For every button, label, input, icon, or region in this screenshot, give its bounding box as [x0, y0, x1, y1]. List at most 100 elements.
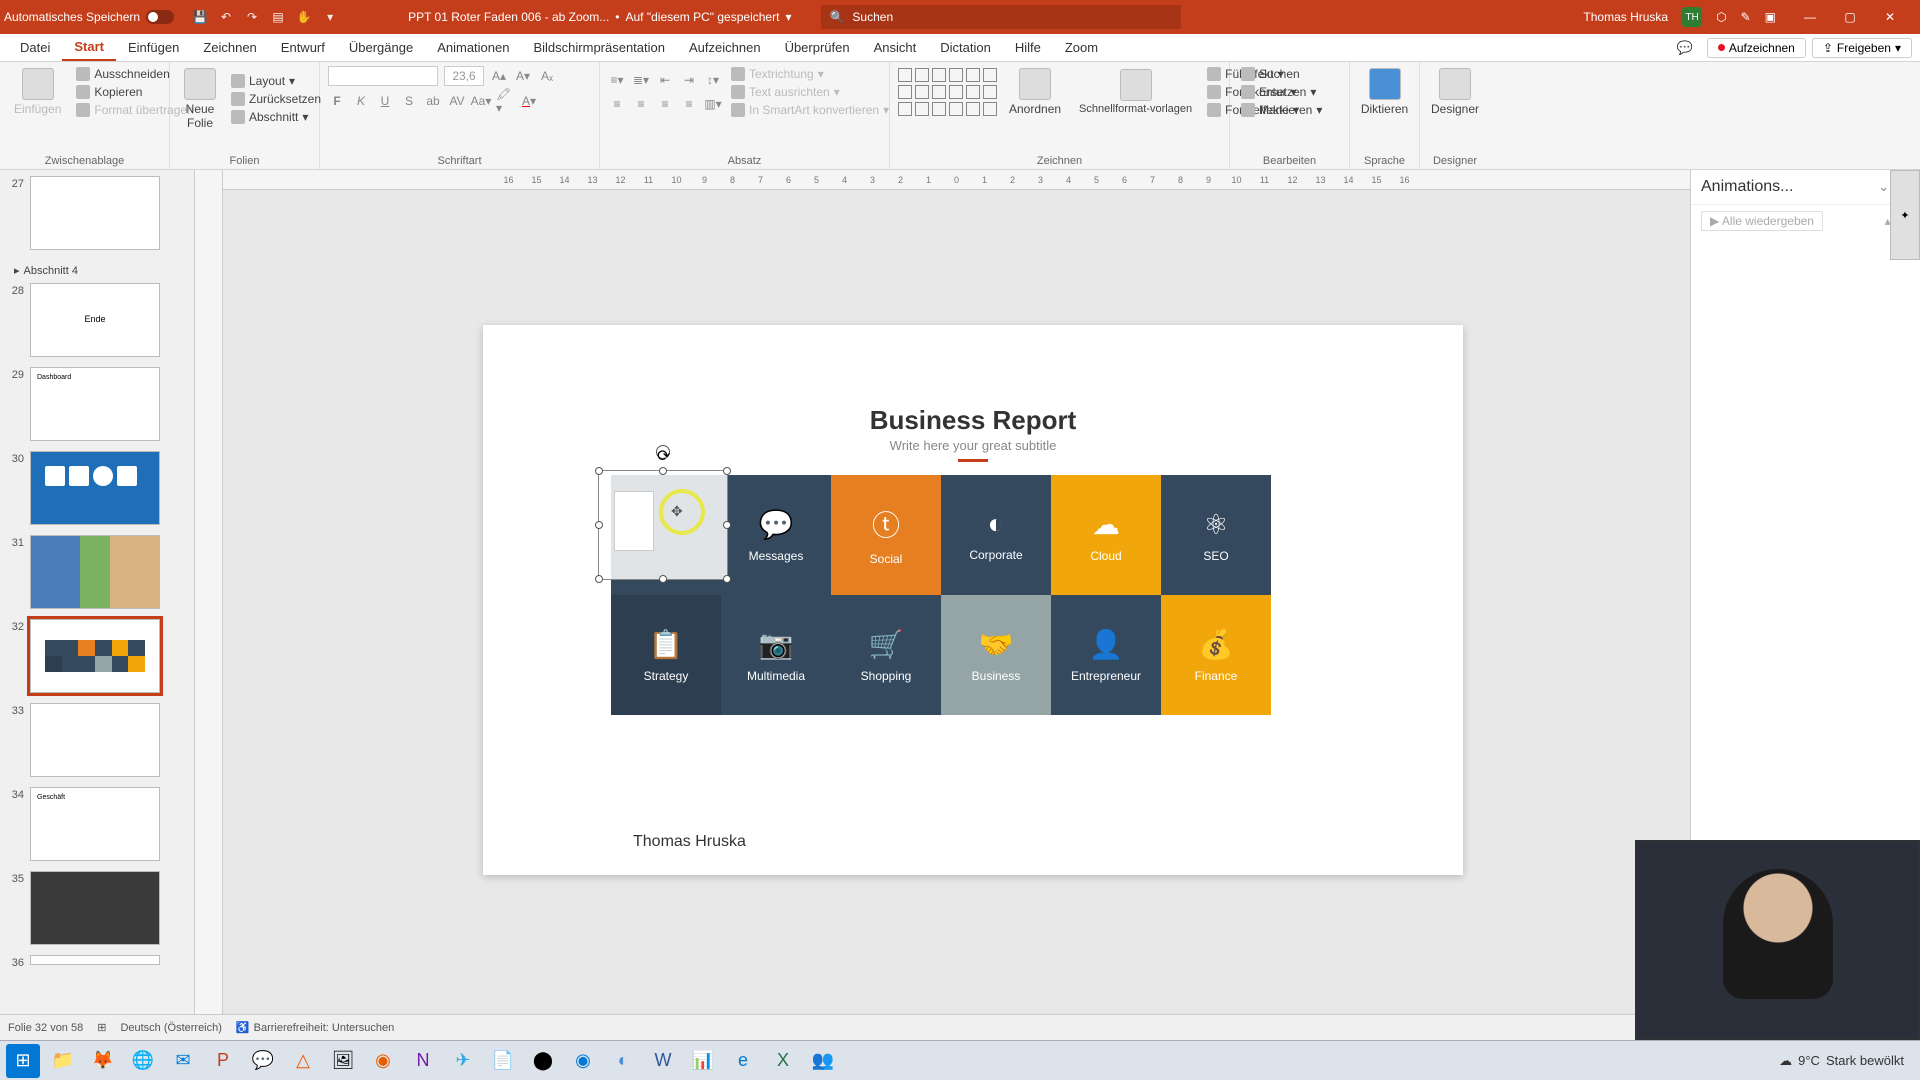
word-icon[interactable]: W [646, 1044, 680, 1078]
teams-icon[interactable]: 👥 [806, 1044, 840, 1078]
thumb-32[interactable] [30, 619, 160, 693]
slide-thumbnails-panel[interactable]: 27 ▸ Abschnitt 4 28Ende 29Dashboard 30 3… [0, 170, 195, 1014]
font-family-select[interactable] [328, 66, 438, 86]
text-direction-button[interactable]: Textrichtung▾ [728, 66, 892, 82]
webcam-overlay[interactable] [1635, 840, 1920, 1040]
weather-widget[interactable]: ☁ 9°C Stark bewölkt [1779, 1053, 1904, 1069]
app-icon[interactable]: 📊 [686, 1044, 720, 1078]
align-left-icon[interactable]: ≡ [608, 95, 626, 113]
align-text-button[interactable]: Text ausrichten▾ [728, 84, 892, 100]
redo-icon[interactable]: ↷ [244, 9, 260, 25]
tile-strategy[interactable]: 📋Strategy [611, 595, 721, 715]
toggle-icon[interactable] [146, 10, 174, 24]
firefox-icon[interactable]: 🦊 [86, 1044, 120, 1078]
resize-handle[interactable] [659, 467, 667, 475]
thumb-31[interactable] [30, 535, 160, 609]
quickstyles-button[interactable]: Schnellformat-vorlagen [1073, 67, 1198, 117]
tab-datei[interactable]: Datei [8, 34, 62, 61]
tab-uebergaenge[interactable]: Übergänge [337, 34, 425, 61]
search-box[interactable]: 🔍 Suchen [821, 5, 1181, 29]
close-button[interactable]: ✕ [1870, 10, 1910, 24]
excel-icon[interactable]: X [766, 1044, 800, 1078]
edge-icon[interactable]: e [726, 1044, 760, 1078]
explorer-icon[interactable]: 📁 [46, 1044, 80, 1078]
save-icon[interactable]: 💾 [192, 9, 208, 25]
slide-canvas[interactable]: 1615141312111098765432101234567891011121… [223, 170, 1690, 1014]
user-name[interactable]: Thomas Hruska [1583, 10, 1668, 24]
app-icon[interactable]: ◉ [366, 1044, 400, 1078]
selected-object[interactable]: ⟳ ✥ [598, 470, 728, 580]
highlight-button[interactable]: 🖍▾ [496, 92, 514, 110]
slide-title[interactable]: Business Report [483, 405, 1463, 436]
touch-icon[interactable]: ✋ [296, 9, 312, 25]
font-size-select[interactable]: 23,6 [444, 66, 484, 86]
comments-icon[interactable]: 💬 [1669, 40, 1701, 56]
rotate-handle-icon[interactable]: ⟳ [656, 445, 670, 459]
pen-icon[interactable]: ✎ [1741, 10, 1751, 24]
designer-button[interactable]: Designer [1428, 66, 1482, 118]
bold-button[interactable]: F [328, 92, 346, 110]
app-icon[interactable]: 💬 [246, 1044, 280, 1078]
tile-shopping[interactable]: 🛒Shopping [831, 595, 941, 715]
thumb-35[interactable] [30, 871, 160, 945]
chevron-down-icon[interactable]: ▾ [785, 10, 791, 24]
play-all-button[interactable]: ▶ Alle wiedergeben [1701, 211, 1823, 231]
paste-button[interactable]: Einfügen [8, 66, 67, 118]
window-icon[interactable]: ▣ [1765, 10, 1776, 24]
slide[interactable]: Business Report Write here your great su… [483, 325, 1463, 875]
font-color-button[interactable]: A▾ [520, 92, 538, 110]
chevron-down-icon[interactable]: ⌄ [1878, 179, 1889, 195]
resize-handle[interactable] [595, 467, 603, 475]
bullets-icon[interactable]: ≡▾ [608, 71, 626, 89]
telegram-icon[interactable]: ✈ [446, 1044, 480, 1078]
indent-inc-icon[interactable]: ⇥ [680, 71, 698, 89]
resize-handle[interactable] [595, 575, 603, 583]
record-button[interactable]: Aufzeichnen [1707, 38, 1806, 58]
design-ideas-tab[interactable]: ✦ [1890, 170, 1920, 260]
clear-format-icon[interactable]: Aₓ [538, 67, 556, 85]
tile-multimedia[interactable]: 📷Multimedia [721, 595, 831, 715]
tab-start[interactable]: Start [62, 34, 116, 61]
tile-social[interactable]: ⓣSocial [831, 475, 941, 595]
indent-dec-icon[interactable]: ⇤ [656, 71, 674, 89]
app-icon[interactable]: 🖼 [326, 1044, 360, 1078]
resize-handle[interactable] [723, 575, 731, 583]
tab-ansicht[interactable]: Ansicht [862, 34, 929, 61]
obs-icon[interactable]: ⬤ [526, 1044, 560, 1078]
resize-handle[interactable] [723, 467, 731, 475]
tile-seo[interactable]: ⚛SEO [1161, 475, 1271, 595]
tab-animationen[interactable]: Animationen [425, 34, 521, 61]
tile-finance[interactable]: 💰Finance [1161, 595, 1271, 715]
tab-zoom[interactable]: Zoom [1053, 34, 1110, 61]
document-title[interactable]: PPT 01 Roter Faden 006 - ab Zoom... • Au… [408, 10, 791, 24]
language-status[interactable]: Deutsch (Österreich) [120, 1022, 221, 1034]
tab-praesentation[interactable]: Bildschirmpräsentation [521, 34, 677, 61]
thumb-29[interactable]: Dashboard [30, 367, 160, 441]
tab-dictation[interactable]: Dictation [928, 34, 1003, 61]
replace-button[interactable]: Ersetzen▾ [1238, 84, 1341, 100]
case-button[interactable]: Aa▾ [472, 92, 490, 110]
app-icon[interactable]: ◐ [606, 1044, 640, 1078]
tile-messages[interactable]: 💬Messages [721, 475, 831, 595]
reset-button[interactable]: Zurücksetzen [228, 91, 324, 107]
section-button[interactable]: Abschnitt▾ [228, 109, 324, 125]
chrome-icon[interactable]: 🌐 [126, 1044, 160, 1078]
resize-handle[interactable] [659, 575, 667, 583]
columns-icon[interactable]: ▥▾ [704, 95, 722, 113]
shapes-gallery[interactable] [898, 68, 997, 116]
onenote-icon[interactable]: N [406, 1044, 440, 1078]
smartart-button[interactable]: In SmartArt konvertieren▾ [728, 102, 892, 118]
present-icon[interactable]: ▤ [270, 9, 286, 25]
find-button[interactable]: Suchen [1238, 66, 1341, 82]
resize-handle[interactable] [595, 521, 603, 529]
outlook-icon[interactable]: ✉ [166, 1044, 200, 1078]
tab-einfuegen[interactable]: Einfügen [116, 34, 191, 61]
numbering-icon[interactable]: ≣▾ [632, 71, 650, 89]
italic-button[interactable]: K [352, 92, 370, 110]
thumb-33[interactable] [30, 703, 160, 777]
tab-hilfe[interactable]: Hilfe [1003, 34, 1053, 61]
slide-counter[interactable]: Folie 32 von 58 [8, 1022, 83, 1034]
autosave-toggle[interactable]: Automatisches Speichern [4, 10, 174, 24]
tab-zeichnen[interactable]: Zeichnen [191, 34, 268, 61]
select-button[interactable]: Markieren▾ [1238, 102, 1341, 118]
